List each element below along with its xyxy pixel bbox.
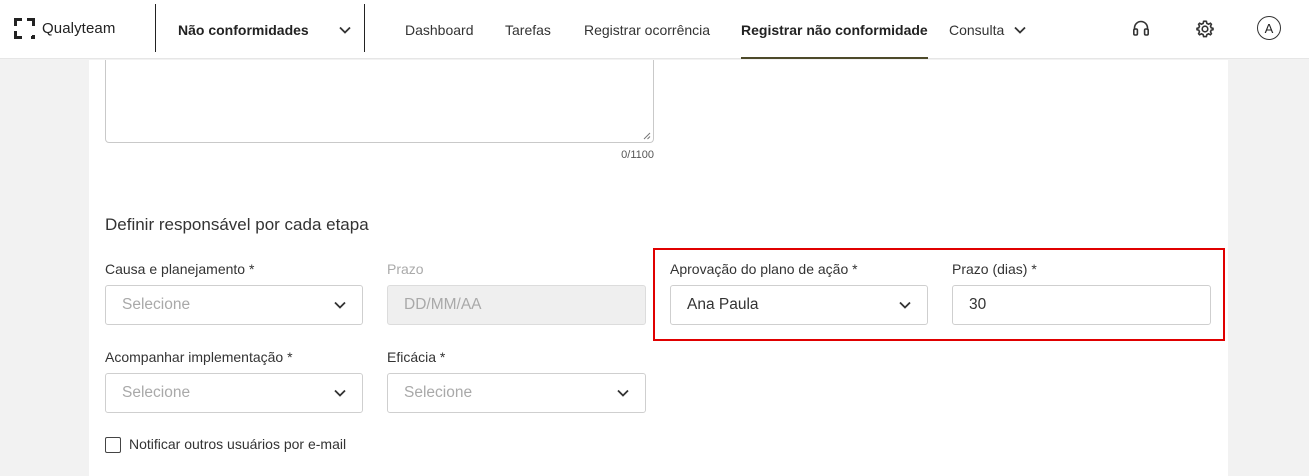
gear-icon (1195, 19, 1215, 39)
chevron-down-icon (339, 26, 351, 34)
headset-icon (1131, 19, 1151, 39)
acompanhar-select[interactable]: Selecione (105, 373, 363, 413)
prazo-date-input: DD/MM/AA (387, 285, 646, 325)
causa-select-value: Selecione (122, 296, 191, 313)
nav-registrar-ocorrencia[interactable]: Registrar ocorrência (584, 0, 710, 59)
nav-tarefas[interactable]: Tarefas (505, 0, 551, 59)
nav-dashboard[interactable]: Dashboard (405, 0, 474, 59)
brand-name: Qualyteam (42, 19, 116, 37)
character-counter: 0/1100 (621, 149, 654, 161)
nav-consulta[interactable]: Consulta (949, 0, 1026, 59)
eficacia-select[interactable]: Selecione (387, 373, 646, 413)
user-avatar[interactable]: A (1257, 16, 1281, 40)
divider (364, 4, 365, 52)
section-title: Definir responsável por cada etapa (105, 215, 369, 234)
module-label: Não conformidades (178, 21, 309, 38)
eficacia-select-value: Selecione (404, 384, 473, 401)
notify-label[interactable]: Notificar outros usuários por e-mail (129, 436, 346, 452)
chevron-down-icon (334, 389, 346, 397)
causa-select[interactable]: Selecione (105, 285, 363, 325)
nav-registrar-ocorrencia-label: Registrar ocorrência (584, 21, 711, 38)
chevron-down-icon (334, 301, 346, 309)
resize-handle-icon[interactable] (643, 132, 651, 140)
nav-registrar-nao-conformidade-label: Registrar não conformidade (741, 21, 928, 38)
brand-logo[interactable]: Qualyteam (14, 17, 115, 39)
nav-tarefas-label: Tarefas (505, 21, 551, 38)
nav-registrar-nao-conformidade[interactable]: Registrar não conformidade (741, 0, 928, 59)
notify-checkbox[interactable] (105, 437, 121, 453)
settings-button[interactable] (1193, 17, 1217, 41)
nav-dashboard-label: Dashboard (405, 21, 474, 38)
qualyteam-logo-icon (14, 17, 35, 39)
acompanhar-label: Acompanhar implementação * (105, 349, 293, 365)
module-switcher[interactable]: Não conformidades (178, 0, 351, 59)
support-button[interactable] (1129, 17, 1153, 41)
highlight-box (653, 248, 1225, 341)
prazo-label: Prazo (387, 261, 424, 277)
causa-label: Causa e planejamento * (105, 261, 255, 277)
divider (155, 4, 156, 52)
nav-consulta-label: Consulta (949, 21, 1005, 38)
chevron-down-icon (617, 389, 629, 397)
description-textarea[interactable] (105, 60, 654, 143)
top-navigation-bar: Qualyteam Não conformidades Dashboard Ta… (0, 0, 1309, 59)
eficacia-label: Eficácia * (387, 349, 446, 365)
acompanhar-select-value: Selecione (122, 384, 191, 401)
prazo-date-placeholder: DD/MM/AA (404, 296, 482, 313)
chevron-down-icon (1014, 26, 1026, 34)
